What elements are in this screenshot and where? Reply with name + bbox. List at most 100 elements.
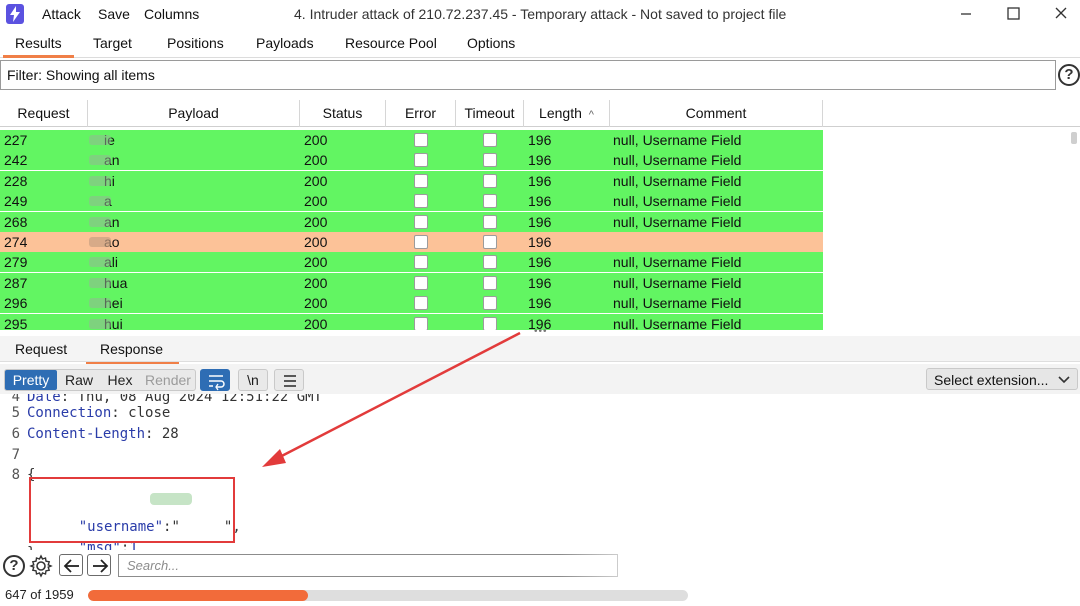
arrow-left-icon [63,559,79,573]
table-row[interactable]: 296 hei 200 196 null, Username Field [0,293,823,314]
error-checkbox[interactable] [414,133,428,147]
tab-target[interactable]: Target [93,35,132,51]
results-table-header: Request Payload Status Error Timeout Len… [0,100,1080,127]
cell-comment: null, Username Field [613,193,742,210]
redacted-payload [89,257,111,268]
timeout-checkbox[interactable] [483,275,497,290]
results-table-body: 227ie200196null, Username Field242an2001… [0,128,1080,330]
cell-comment: null, Username Field [613,213,742,230]
cell-comment: null, Username Field [613,172,742,189]
hex-button[interactable]: Hex [101,370,139,390]
menu-save[interactable]: Save [98,6,130,22]
tab-response[interactable]: Response [85,341,180,364]
next-match-button[interactable] [87,554,111,576]
timeout-checkbox[interactable] [483,214,497,229]
render-button[interactable]: Render [141,370,195,390]
error-checkbox[interactable] [414,296,428,311]
gear-icon[interactable] [29,554,53,578]
timeout-checkbox[interactable] [483,153,497,168]
error-checkbox[interactable] [414,194,428,209]
table-row[interactable]: 227ie200196null, Username Field [0,130,823,150]
cell-comment: null, Username Field [613,132,742,148]
cell-request: 242 [4,152,28,169]
cell-comment: null, Username Field [613,295,742,312]
header-colon: : [111,405,120,421]
tab-request[interactable]: Request [15,341,67,357]
table-row[interactable]: 279 ali 200 196 null, Username Field [0,252,823,273]
select-extension-dropdown[interactable]: Select extension... [926,368,1078,390]
error-checkbox[interactable] [414,153,428,168]
help-icon[interactable]: ? [3,555,25,577]
error-checkbox[interactable] [414,275,428,290]
tab-payloads[interactable]: Payloads [256,35,314,51]
tab-options[interactable]: Options [467,35,515,51]
json-line-username: "username":" ", [0,487,241,535]
header-value: close [119,405,171,421]
column-header-payload[interactable]: Payload [88,100,300,127]
cell-comment: null, Username Field [613,274,742,291]
column-header-status[interactable]: Status [300,100,386,127]
close-icon[interactable] [1050,4,1072,24]
json-line-msg: "msg":1 [0,508,138,556]
redacted-payload [89,277,111,288]
error-checkbox[interactable] [414,235,428,249]
tab-resource-pool[interactable]: Resource Pool [345,35,437,51]
table-row[interactable]: 295 hui 200 196 null, Username Field [0,313,823,330]
json-line-close: } [0,529,35,561]
cell-request: 296 [4,295,28,312]
filter-help-icon[interactable]: ? [1058,64,1080,86]
timeout-checkbox[interactable] [483,173,497,188]
cell-comment: null, Username Field [613,152,742,169]
cell-status: 200 [304,213,328,230]
table-row[interactable]: 249a200196null, Username Field [0,191,823,212]
table-scrollbar[interactable] [1071,132,1077,144]
table-row[interactable]: 274 ao 200 196 [0,232,823,252]
timeout-checkbox[interactable] [483,296,497,311]
table-row[interactable]: 242 an 200 196 null, Username Field [0,150,823,171]
raw-button[interactable]: Raw [59,370,99,390]
menu-columns[interactable]: Columns [144,6,199,22]
error-checkbox[interactable] [414,214,428,229]
header-name: Content-Length [27,426,146,442]
error-checkbox[interactable] [414,255,428,270]
line-number: 6 [11,426,20,442]
column-header-comment[interactable]: Comment [610,100,823,127]
menu-icon[interactable] [274,369,304,391]
pretty-button[interactable]: Pretty [5,370,57,390]
cell-length: 196 [528,152,552,169]
cell-request: 279 [4,254,28,271]
search-input[interactable]: Search... [118,554,618,577]
cell-request: 295 [4,315,28,330]
timeout-checkbox[interactable] [483,133,497,147]
minimize-icon[interactable] [955,4,977,24]
timeout-checkbox[interactable] [483,194,497,209]
burp-app-icon [6,4,24,24]
previous-match-button[interactable] [59,554,83,576]
table-row[interactable]: 228hi200196null, Username Field [0,170,823,191]
column-header-error[interactable]: Error [386,100,456,127]
tab-positions[interactable]: Positions [167,35,224,51]
cell-request: 287 [4,274,28,291]
column-header-length[interactable]: Length ^ [524,100,610,127]
timeout-checkbox[interactable] [483,255,497,270]
table-row[interactable]: 268 an 200 196 null, Username Field [0,211,823,232]
menu-attack[interactable]: Attack [42,6,81,22]
show-newlines-icon[interactable]: \n [238,369,268,391]
filter-text: Filter: Showing all items [7,67,155,83]
header-value: Thu, 08 Aug 2024 12:51:22 GMT [69,394,323,405]
error-checkbox[interactable] [414,173,428,188]
table-row[interactable]: 287 hua 200 196 null, Username Field [0,272,823,293]
attack-progress-bar [88,590,688,601]
word-wrap-icon[interactable] [200,369,230,391]
timeout-checkbox[interactable] [483,235,497,249]
filter-bar[interactable]: Filter: Showing all items [0,60,1056,90]
redacted-payload [89,216,111,227]
timeout-checkbox[interactable] [483,316,497,330]
cell-request: 249 [4,193,28,210]
error-checkbox[interactable] [414,316,428,330]
maximize-icon[interactable] [1002,4,1024,24]
tab-results[interactable]: Results [3,35,74,58]
cell-status: 200 [304,193,328,210]
column-header-timeout[interactable]: Timeout [456,100,524,127]
column-header-request[interactable]: Request [0,100,88,127]
